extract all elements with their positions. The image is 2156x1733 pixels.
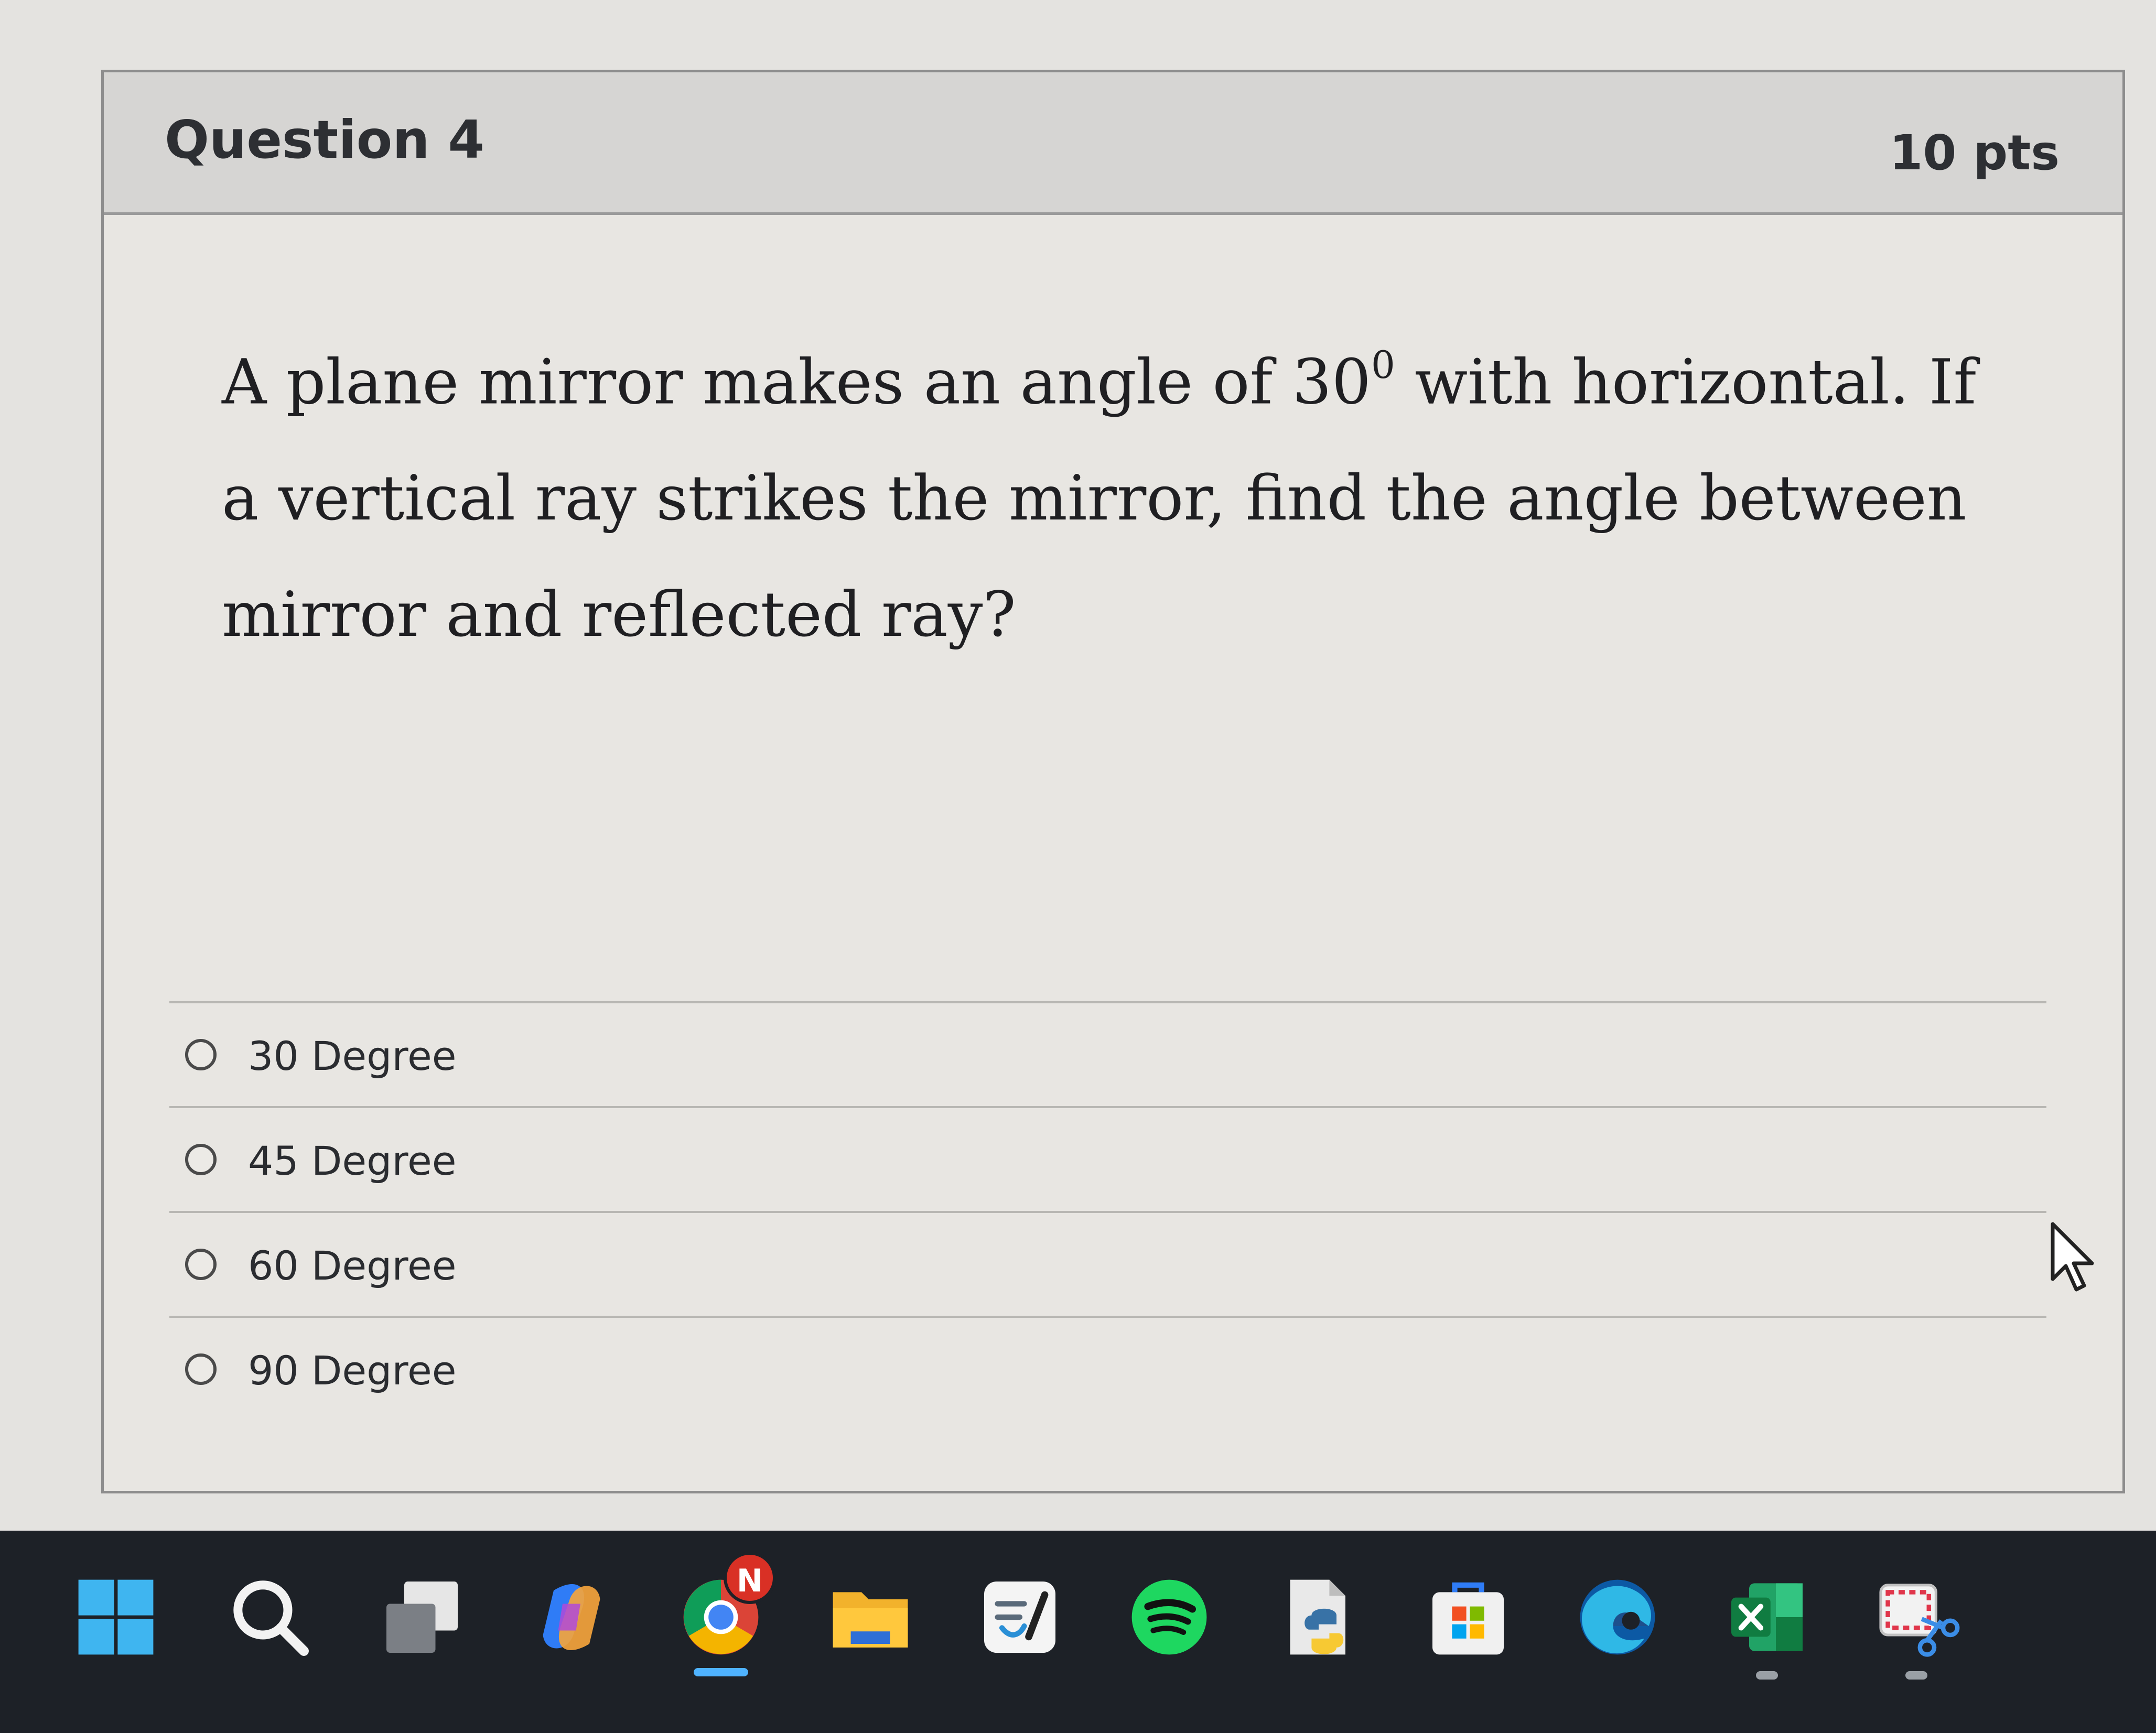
question-header: Question 4 10 pts (104, 72, 2122, 215)
snipping-tool-icon[interactable] (1872, 1573, 1961, 1662)
question-text-part1: A plane mirror makes an angle of 30 (222, 345, 1371, 418)
radio-button[interactable] (185, 1353, 217, 1385)
screen: Question 4 10 pts A plane mirror makes a… (0, 0, 2156, 1733)
edge-icon[interactable] (1573, 1573, 1662, 1662)
python-icon[interactable] (1274, 1573, 1363, 1662)
radio-button[interactable] (185, 1249, 217, 1280)
active-indicator (694, 1668, 748, 1676)
question-points: 10 pts (1889, 125, 2060, 181)
notification-badge: N (724, 1552, 776, 1604)
answer-option-1[interactable]: 30 Degree (169, 1001, 2046, 1106)
store-icon[interactable] (1424, 1573, 1513, 1662)
answer-label[interactable]: 30 Degree (248, 1033, 456, 1079)
folder-icon[interactable] (826, 1573, 915, 1662)
copilot-icon[interactable] (527, 1573, 616, 1662)
spotify-icon[interactable] (1125, 1573, 1214, 1662)
answer-label[interactable]: 45 Degree (248, 1138, 456, 1184)
answer-label[interactable]: 90 Degree (248, 1347, 456, 1394)
task-view-icon[interactable] (378, 1573, 467, 1662)
question-title: Question 4 (165, 109, 484, 170)
answer-label[interactable]: 60 Degree (248, 1242, 456, 1289)
mouse-cursor-icon (2051, 1222, 2094, 1292)
answer-option-3[interactable]: 60 Degree (169, 1211, 2046, 1316)
search-icon[interactable] (225, 1573, 315, 1662)
question-card: Question 4 10 pts A plane mirror makes a… (101, 70, 2125, 1493)
windows-icon[interactable] (71, 1573, 160, 1662)
answer-option-2[interactable]: 45 Degree (169, 1106, 2046, 1211)
taskbar: N (0, 1531, 2156, 1733)
radio-button[interactable] (185, 1039, 217, 1070)
answer-list: 30 Degree 45 Degree 60 Degree 90 Degree (169, 1001, 2046, 1421)
answer-option-4[interactable]: 90 Degree (169, 1316, 2046, 1421)
question-text: A plane mirror makes an angle of 300 wit… (222, 311, 2031, 673)
running-indicator (1756, 1671, 1778, 1680)
degree-superscript: 0 (1371, 343, 1395, 387)
running-indicator (1905, 1671, 1927, 1680)
radio-button[interactable] (185, 1144, 217, 1175)
notes-icon[interactable] (975, 1573, 1064, 1662)
excel-icon[interactable] (1722, 1573, 1812, 1662)
